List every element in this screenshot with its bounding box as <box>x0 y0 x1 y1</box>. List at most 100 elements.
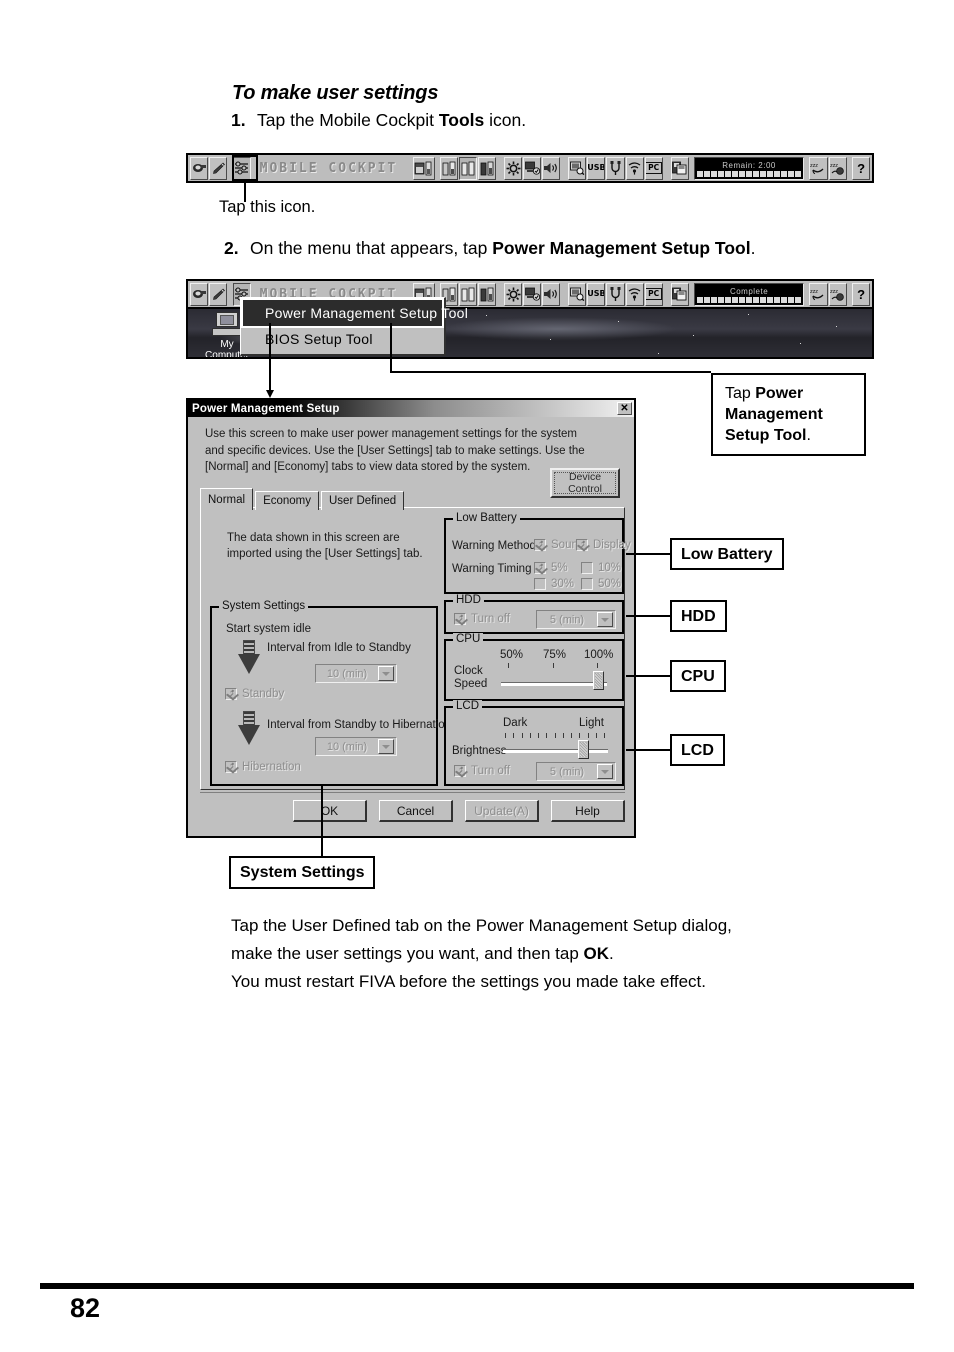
tab-panel-normal: The data shown in this screen are import… <box>200 507 631 790</box>
warning-timing-30-label: 30% <box>551 578 575 590</box>
lcd-slider-thumb[interactable] <box>578 740 589 759</box>
callout-leader-vertical <box>390 323 392 371</box>
interval-standby-to-hibernation-label: Interval from Standby to Hibernation <box>267 719 452 731</box>
suspend-icon[interactable]: zzz <box>809 282 828 306</box>
power-management-setup-dialog[interactable]: Power Management Setup ✕ Use this screen… <box>186 398 636 838</box>
standby-to-hibernation-value: 10 (min) <box>326 740 368 753</box>
warning-timing-5-checkbox[interactable]: 5% <box>534 562 568 574</box>
lcd-turn-off-checkbox[interactable]: Turn off <box>454 765 510 777</box>
help-button[interactable]: Help <box>551 800 625 822</box>
menu-to-dialog-arrowhead <box>266 390 274 398</box>
help-icon[interactable]: ? <box>852 282 871 306</box>
hibernate-icon[interactable]: zzz <box>828 156 847 180</box>
battery-1-icon[interactable] <box>439 156 459 180</box>
tab-economy[interactable]: Economy <box>255 491 319 510</box>
cpu-clock-speed-label-line2: Speed <box>454 678 488 690</box>
usb-icon[interactable]: USB <box>587 282 606 306</box>
hibernation-checkbox[interactable]: Hibernation <box>225 761 301 773</box>
ok-button[interactable]: OK <box>293 800 367 822</box>
search-device-icon[interactable] <box>568 156 587 180</box>
pen-icon[interactable] <box>209 282 228 306</box>
suspend-icon[interactable]: zzz <box>809 156 828 180</box>
warning-method-display-checkbox[interactable]: Display <box>576 539 631 551</box>
lcd-turn-off-combo[interactable]: 5 (min) <box>536 762 616 781</box>
pc-card-icon[interactable]: PC <box>644 156 663 180</box>
dialog-titlebar[interactable]: Power Management Setup ✕ <box>188 400 634 417</box>
cpu-slider-track[interactable] <box>501 682 607 686</box>
save-disk-icon[interactable] <box>670 282 689 306</box>
dialog-tabs[interactable]: Normal Economy User Defined <box>200 488 405 510</box>
battery-status-icon[interactable] <box>413 156 435 180</box>
closing-line-2a: make the user settings you want, and the… <box>231 944 584 963</box>
tools-icon[interactable] <box>232 156 251 180</box>
chevron-down-icon[interactable] <box>378 739 394 754</box>
update-button[interactable]: Update(A) <box>465 800 539 822</box>
system-settings-leader <box>321 786 323 856</box>
display-icon[interactable] <box>190 282 209 306</box>
serial-port-icon[interactable] <box>606 282 625 306</box>
chevron-down-icon[interactable] <box>597 612 613 627</box>
volume-icon[interactable] <box>542 156 561 180</box>
tab-user-defined[interactable]: User Defined <box>321 491 405 510</box>
brightness-icon[interactable] <box>504 156 523 180</box>
hibernate-icon[interactable]: zzz <box>828 282 847 306</box>
cancel-button[interactable]: Cancel <box>379 800 453 822</box>
lcd-group: LCD Dark Light Brightness Turn off 5 (mi… <box>444 700 624 786</box>
chevron-down-icon[interactable] <box>378 666 394 681</box>
callout-hdd: HDD <box>670 600 727 632</box>
closing-line-2-bold: OK <box>583 944 610 963</box>
battery-3-icon[interactable] <box>478 282 497 306</box>
search-device-icon[interactable] <box>568 282 587 306</box>
power-scheme-icon[interactable] <box>523 282 542 306</box>
brightness-icon[interactable] <box>504 282 523 306</box>
save-disk-icon[interactable] <box>670 156 689 180</box>
wireless-icon[interactable] <box>625 156 644 180</box>
volume-icon[interactable] <box>542 282 561 306</box>
nebula-decoration-2 <box>438 317 678 341</box>
dialog-title: Power Management Setup <box>192 402 340 415</box>
menu-item-bios-setup-tool[interactable]: BIOS Setup Tool <box>243 326 442 352</box>
usb-label: USB <box>587 163 606 172</box>
wireless-icon[interactable] <box>625 282 644 306</box>
low-battery-leader <box>626 553 671 555</box>
callout-tail-text: . <box>806 427 811 444</box>
display-icon[interactable] <box>190 156 209 180</box>
cpu-slider-thumb[interactable] <box>593 671 604 690</box>
warning-method-label: Warning Method <box>452 540 536 552</box>
low-battery-legend: Low Battery <box>453 512 520 524</box>
menu-item-power-management-setup-tool[interactable]: Power Management Setup Tool <box>241 298 468 328</box>
serial-port-icon[interactable] <box>606 156 625 180</box>
closing-line-2b: . <box>609 944 614 963</box>
hibernation-label: Hibernation <box>242 761 301 773</box>
battery-2-icon[interactable] <box>459 156 478 180</box>
page-heading: To make user settings <box>232 82 439 104</box>
battery-2-icon[interactable] <box>459 282 478 306</box>
idle-to-standby-value: 10 (min) <box>326 667 368 680</box>
standby-to-hibernation-combo[interactable]: 10 (min) <box>315 737 397 756</box>
checkbox-box <box>534 578 546 590</box>
chevron-down-icon[interactable] <box>597 764 613 779</box>
hdd-turn-off-checkbox[interactable]: Turn off <box>454 613 510 625</box>
battery-3-icon[interactable] <box>478 156 497 180</box>
hdd-turn-off-combo[interactable]: 5 (min) <box>536 610 616 629</box>
warning-timing-30-checkbox[interactable]: 30% <box>534 578 574 590</box>
checkbox-box <box>581 562 593 574</box>
callout-system-settings: System Settings <box>229 856 376 889</box>
lcd-slider-track[interactable] <box>503 749 608 753</box>
standby-checkbox[interactable]: Standby <box>225 688 284 700</box>
pen-icon[interactable] <box>209 156 228 180</box>
usb-icon[interactable]: USB <box>587 156 606 180</box>
mobile-cockpit-toolbar[interactable]: MOBILE COCKPIT USB PC Remain: 2:00 zzz z… <box>186 153 874 183</box>
power-scheme-icon[interactable] <box>523 156 542 180</box>
pc-card-icon[interactable]: PC <box>644 282 663 306</box>
idle-to-standby-combo[interactable]: 10 (min) <box>315 664 397 683</box>
device-control-button[interactable]: Device Control <box>550 468 620 498</box>
lcd-slider-ticks <box>505 733 605 738</box>
warning-timing-50-checkbox[interactable]: 50% <box>581 578 621 590</box>
close-icon[interactable]: ✕ <box>617 402 632 415</box>
callout-low-battery: Low Battery <box>670 538 784 570</box>
help-icon[interactable]: ? <box>852 156 871 180</box>
tab-normal[interactable]: Normal <box>200 488 254 510</box>
warning-timing-10-checkbox[interactable]: 10% <box>581 562 621 574</box>
cpu-scale-100: 100% <box>584 649 614 661</box>
